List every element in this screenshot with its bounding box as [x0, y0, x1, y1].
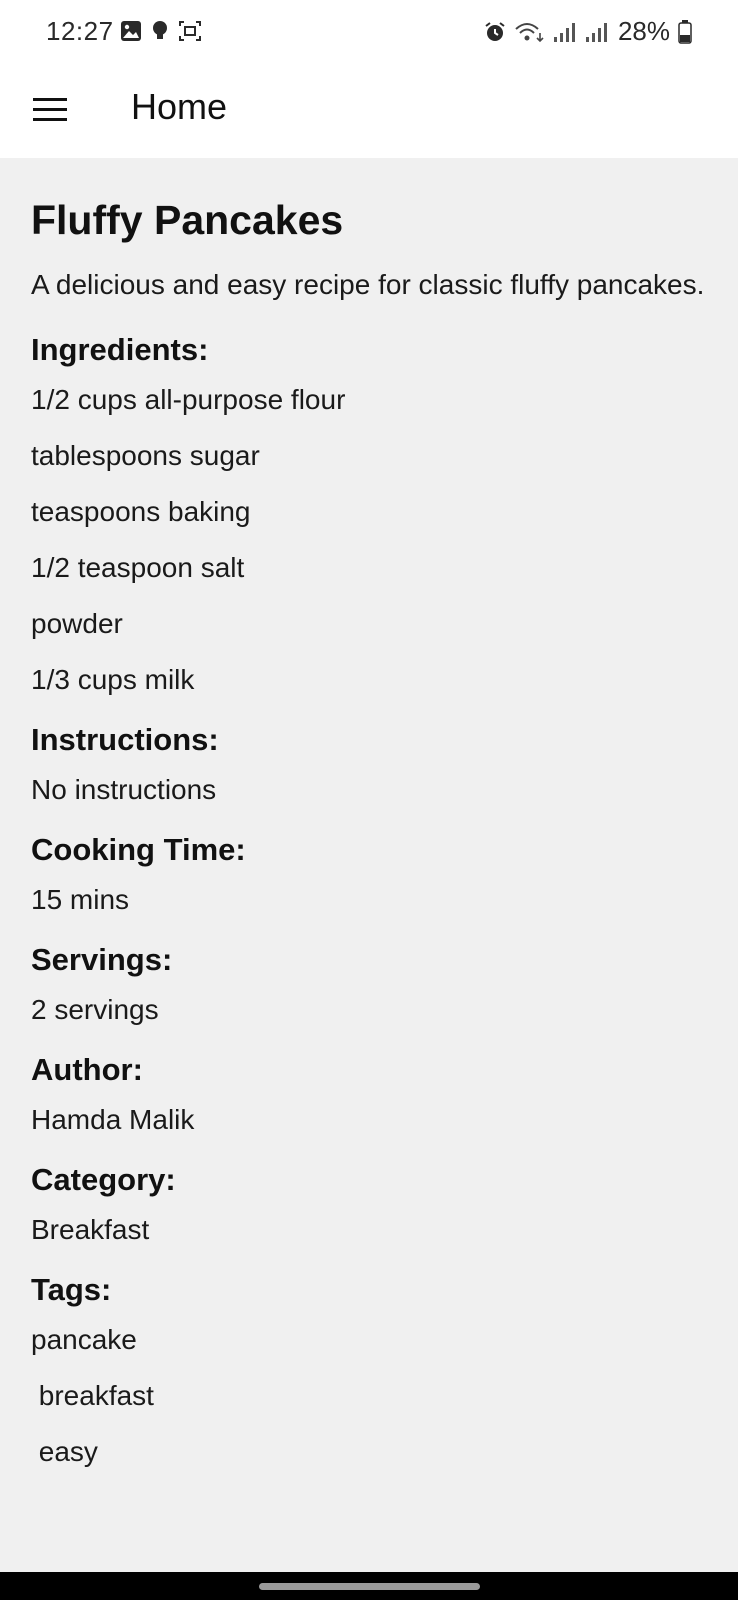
author-heading: Author: — [31, 1052, 143, 1087]
hamburger-menu-icon — [33, 97, 67, 127]
page-title: Home — [131, 86, 228, 127]
tag-item: pancake — [31, 1324, 137, 1355]
ingredient-item: powder — [31, 608, 123, 639]
battery-percent: 28% — [617, 16, 670, 46]
status-left-icons — [120, 20, 212, 42]
ingredient-item: 1/2 teaspoon salt — [31, 552, 245, 583]
home-gesture-handle[interactable] — [259, 1583, 480, 1590]
cooking-time-heading: Cooking Time: — [31, 832, 246, 867]
category-value: Breakfast — [31, 1214, 150, 1245]
ingredients-heading: Ingredients: — [31, 332, 209, 367]
cooking-time-value: 15 mins — [31, 884, 130, 915]
battery-icon — [678, 19, 692, 44]
system-nav-bar — [0, 1572, 738, 1600]
ingredient-item: tablespoons sugar — [31, 440, 260, 471]
screenshot-icon — [178, 20, 202, 42]
tag-list: pancake breakfast easy — [31, 1322, 711, 1470]
tags-heading: Tags: — [31, 1272, 112, 1307]
app-bar: Home — [0, 66, 738, 158]
author-value: Hamda Malik — [31, 1104, 195, 1135]
ingredient-item: teaspoons baking — [31, 496, 251, 527]
bulb-icon — [152, 20, 168, 42]
servings-value: 2 servings — [31, 994, 159, 1025]
recipe-description: A delicious and easy recipe for classic … — [31, 269, 705, 300]
recipe-title: Fluffy Pancakes — [31, 197, 344, 243]
menu-button[interactable] — [22, 84, 78, 140]
tag-item: breakfast — [31, 1380, 154, 1411]
signal-icon — [584, 21, 608, 43]
wifi-icon — [514, 21, 544, 43]
ingredient-item: 1/3 cups milk — [31, 664, 195, 695]
servings-heading: Servings: — [31, 942, 173, 977]
recipe-detail: Fluffy Pancakes A delicious and easy rec… — [31, 158, 711, 1470]
gallery-icon — [120, 20, 142, 42]
status-bar: 12:27 28% — [0, 0, 738, 66]
status-right-icons: 28% — [476, 16, 692, 47]
signal-icon — [552, 21, 576, 43]
category-heading: Category: — [31, 1162, 176, 1197]
ingredient-item: 1/2 cups all-purpose flour — [31, 384, 346, 415]
tag-item: easy — [31, 1436, 98, 1467]
status-time: 12:27 — [46, 16, 114, 46]
instructions-text: No instructions — [31, 774, 217, 805]
instructions-heading: Instructions: — [31, 722, 219, 757]
alarm-icon — [484, 21, 506, 43]
ingredient-list: 1/2 cups all-purpose flour tablespoons s… — [31, 382, 711, 698]
